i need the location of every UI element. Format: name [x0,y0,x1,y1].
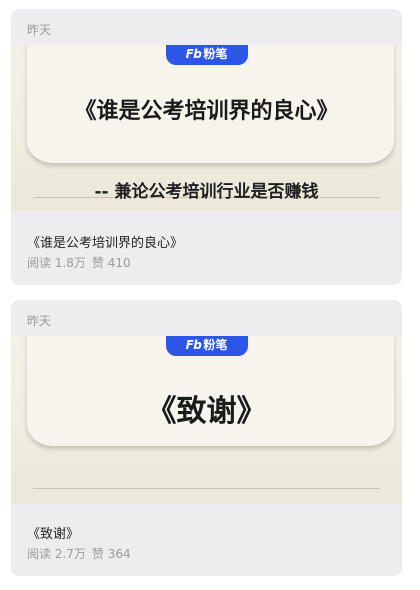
article-title[interactable]: 《致谢》 [27,523,79,542]
article-feed: 昨天 Fb 粉笔 《谁是公考培训界的良心》 -- 兼论公考培训行业是否赚钱 《谁是… [0,0,420,590]
like-count: 赞 410 [91,256,131,270]
article-stats: 阅读 1.8万赞 410 [27,254,137,271]
article-card[interactable]: 昨天 Fb 粉笔 《致谢》 《致谢》 阅读 2.7万赞 364 [11,300,402,576]
read-count: 阅读 1.8万 [27,256,86,270]
brand-logo-icon: Fb [185,338,202,352]
publish-date: 昨天 [27,314,52,328]
article-title[interactable]: 《谁是公考培训界的良心》 [27,232,183,251]
cover-title: 《致谢》 [146,394,267,429]
envelope-fold-line [33,488,380,489]
article-cover-image[interactable]: Fb 粉笔 《谁是公考培训界的良心》 -- 兼论公考培训行业是否赚钱 [11,45,402,211]
read-count: 阅读 2.7万 [27,547,86,561]
article-card[interactable]: 昨天 Fb 粉笔 《谁是公考培训界的良心》 -- 兼论公考培训行业是否赚钱 《谁是… [11,9,402,285]
brand-tag: Fb 粉笔 [165,45,248,65]
brand-name: 粉笔 [203,338,228,352]
brand-tag: Fb 粉笔 [165,336,248,356]
like-count: 赞 364 [91,547,131,561]
cover-title: 《谁是公考培训界的良心》 [74,99,339,124]
brand-name: 粉笔 [203,47,228,61]
article-stats: 阅读 2.7万赞 364 [27,545,137,562]
cover-subtitle: -- 兼论公考培训行业是否赚钱 [94,182,319,202]
brand-logo-icon: Fb [185,47,202,61]
article-cover-image[interactable]: Fb 粉笔 《致谢》 [11,336,402,503]
publish-date: 昨天 [27,23,52,37]
